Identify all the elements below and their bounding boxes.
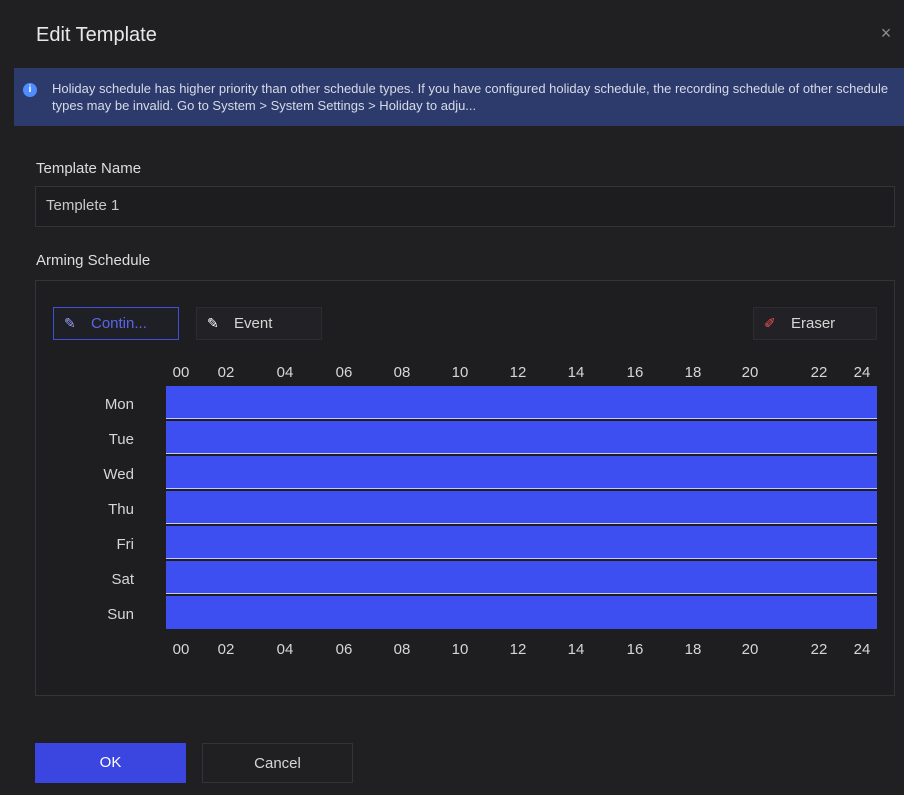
eraser-tool-label: Eraser xyxy=(791,315,836,332)
hour-tick-label: 12 xyxy=(509,364,527,381)
hour-tick-label: 00 xyxy=(172,364,190,381)
hour-tick-label: 04 xyxy=(276,364,294,381)
day-label: Fri xyxy=(116,536,135,553)
schedule-row-mon[interactable] xyxy=(166,386,877,419)
schedule-row-tue[interactable] xyxy=(166,421,877,454)
event-tool-button[interactable]: ✎ Event xyxy=(196,307,322,340)
brush-icon: ✎ xyxy=(207,315,219,331)
day-label: Sat xyxy=(111,571,134,588)
schedule-row-wed[interactable] xyxy=(166,456,877,489)
day-label: Thu xyxy=(108,501,134,518)
hour-tick-label: 02 xyxy=(217,641,235,658)
holiday-notice-banner: i Holiday schedule has higher priority t… xyxy=(14,68,904,126)
continuous-tool-button[interactable]: ✎ Contin... xyxy=(53,307,179,340)
event-tool-label: Event xyxy=(234,315,273,332)
eraser-icon: ✐ xyxy=(764,315,776,331)
hour-tick-label: 12 xyxy=(509,641,527,658)
close-icon[interactable]: × xyxy=(878,24,894,42)
hour-tick-label: 20 xyxy=(741,641,759,658)
hour-tick-label: 10 xyxy=(451,364,469,381)
hour-tick-label: 06 xyxy=(335,641,353,658)
day-label: Wed xyxy=(103,466,134,483)
notice-text: Holiday schedule has higher priority tha… xyxy=(52,81,889,113)
hour-tick-label: 24 xyxy=(853,641,871,658)
schedule-row-sun[interactable] xyxy=(166,596,877,629)
hour-tick-label: 14 xyxy=(567,364,585,381)
hour-tick-label: 02 xyxy=(217,364,235,381)
day-label: Sun xyxy=(107,606,134,623)
info-icon: i xyxy=(23,83,37,97)
hour-tick-label: 22 xyxy=(810,641,828,658)
edit-template-dialog: Edit Template × i Holiday schedule has h… xyxy=(0,0,904,795)
eraser-tool-button[interactable]: ✐ Eraser xyxy=(753,307,877,340)
schedule-grid[interactable] xyxy=(166,386,877,632)
cancel-button[interactable]: Cancel xyxy=(202,743,353,783)
hour-tick-label: 08 xyxy=(393,364,411,381)
hour-tick-label: 20 xyxy=(741,364,759,381)
hour-tick-label: 10 xyxy=(451,641,469,658)
hour-tick-label: 22 xyxy=(810,364,828,381)
hour-tick-label: 14 xyxy=(567,641,585,658)
hour-tick-label: 04 xyxy=(276,641,294,658)
hour-tick-label: 08 xyxy=(393,641,411,658)
ok-button[interactable]: OK xyxy=(35,743,186,783)
schedule-row-fri[interactable] xyxy=(166,526,877,559)
hour-tick-label: 16 xyxy=(626,641,644,658)
dialog-titlebar: Edit Template × xyxy=(0,0,904,60)
hour-tick-label: 16 xyxy=(626,364,644,381)
schedule-row-thu[interactable] xyxy=(166,491,877,524)
hour-tick-label: 06 xyxy=(335,364,353,381)
template-name-input[interactable]: Templete 1 xyxy=(35,186,895,227)
hour-tick-label: 24 xyxy=(853,364,871,381)
continuous-tool-label: Contin... xyxy=(91,315,147,332)
arming-schedule-label: Arming Schedule xyxy=(36,252,151,269)
day-label: Tue xyxy=(108,431,134,448)
template-name-label: Template Name xyxy=(36,160,142,177)
schedule-row-sat[interactable] xyxy=(166,561,877,594)
day-label: Mon xyxy=(104,396,134,413)
dialog-title: Edit Template xyxy=(36,24,157,46)
hour-tick-label: 18 xyxy=(684,641,702,658)
hour-tick-label: 18 xyxy=(684,364,702,381)
hour-tick-label: 00 xyxy=(172,641,190,658)
brush-icon: ✎ xyxy=(64,315,76,331)
